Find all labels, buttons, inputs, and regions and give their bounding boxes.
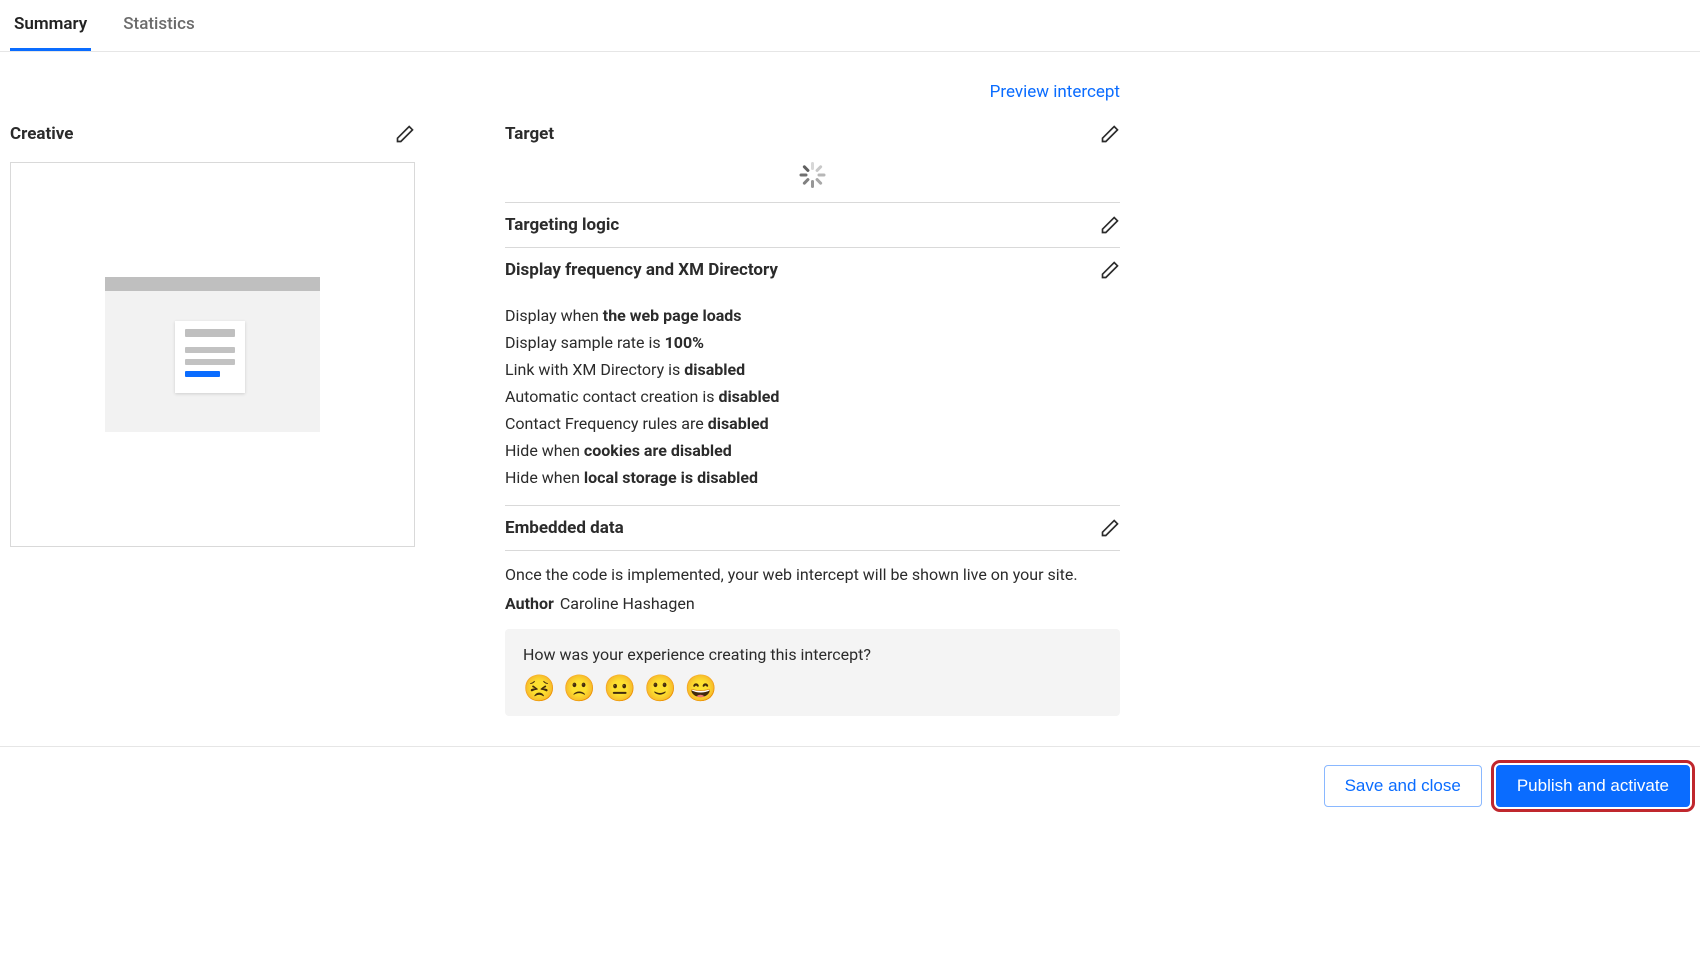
freq-hide-local: Hide when local storage is disabled <box>505 464 1120 491</box>
freq-xm-link: Link with XM Directory is disabled <box>505 356 1120 383</box>
creative-header: Creative <box>10 112 415 156</box>
freq-contact-freq: Contact Frequency rules are disabled <box>505 410 1120 437</box>
pencil-icon[interactable] <box>1100 518 1120 538</box>
pencil-icon[interactable] <box>1100 124 1120 144</box>
creative-mock-browser <box>105 277 320 432</box>
feedback-question: How was your experience creating this in… <box>523 645 1102 664</box>
implementation-note: Once the code is implemented, your web i… <box>505 551 1120 588</box>
emoji-very-bad[interactable]: 😣 <box>523 676 555 702</box>
target-header: Target <box>505 112 1120 156</box>
tab-statistics[interactable]: Statistics <box>119 8 198 51</box>
display-freq-list: Display when the web page loads Display … <box>505 292 1120 506</box>
freq-auto-contact: Automatic contact creation is disabled <box>505 383 1120 410</box>
targeting-logic-header: Targeting logic <box>505 203 1120 248</box>
settings-column: Preview intercept Target Targeting logic… <box>505 112 1120 716</box>
emoji-great[interactable]: 😄 <box>685 676 717 702</box>
embedded-data-title: Embedded data <box>505 518 624 538</box>
display-freq-title: Display frequency and XM Directory <box>505 260 778 280</box>
tabs: Summary Statistics <box>0 0 1700 52</box>
feedback-box: How was your experience creating this in… <box>505 629 1120 716</box>
creative-mock-modal <box>175 321 245 393</box>
feedback-emoji-row: 😣 🙁 😐 🙂 😄 <box>523 676 1102 702</box>
freq-display-when: Display when the web page loads <box>505 302 1120 329</box>
pencil-icon[interactable] <box>395 124 415 144</box>
targeting-logic-title: Targeting logic <box>505 215 619 235</box>
emoji-good[interactable]: 🙂 <box>644 676 676 702</box>
content: Creative Preview intercept Target <box>0 52 1700 746</box>
freq-sample-rate: Display sample rate is 100% <box>505 329 1120 356</box>
save-and-close-button[interactable]: Save and close <box>1324 765 1482 807</box>
target-loading <box>505 156 1120 203</box>
author-line: Author Caroline Hashagen <box>505 588 1120 629</box>
spinner-icon <box>800 162 826 188</box>
author-name: Caroline Hashagen <box>560 594 695 613</box>
display-freq-header: Display frequency and XM Directory <box>505 248 1120 292</box>
creative-title: Creative <box>10 124 73 144</box>
creative-column: Creative <box>10 112 415 716</box>
embedded-data-header: Embedded data <box>505 506 1120 551</box>
pencil-icon[interactable] <box>1100 260 1120 280</box>
emoji-neutral[interactable]: 😐 <box>604 676 636 702</box>
publish-and-activate-button[interactable]: Publish and activate <box>1496 765 1690 807</box>
tab-summary[interactable]: Summary <box>10 8 91 51</box>
publish-highlight: Publish and activate <box>1496 765 1690 807</box>
emoji-bad[interactable]: 🙁 <box>563 676 595 702</box>
author-label: Author <box>505 594 554 613</box>
freq-hide-cookies: Hide when cookies are disabled <box>505 437 1120 464</box>
target-title: Target <box>505 124 554 144</box>
creative-preview <box>10 162 415 547</box>
preview-intercept-link[interactable]: Preview intercept <box>990 82 1120 102</box>
pencil-icon[interactable] <box>1100 215 1120 235</box>
footer: Save and close Publish and activate <box>0 746 1700 825</box>
